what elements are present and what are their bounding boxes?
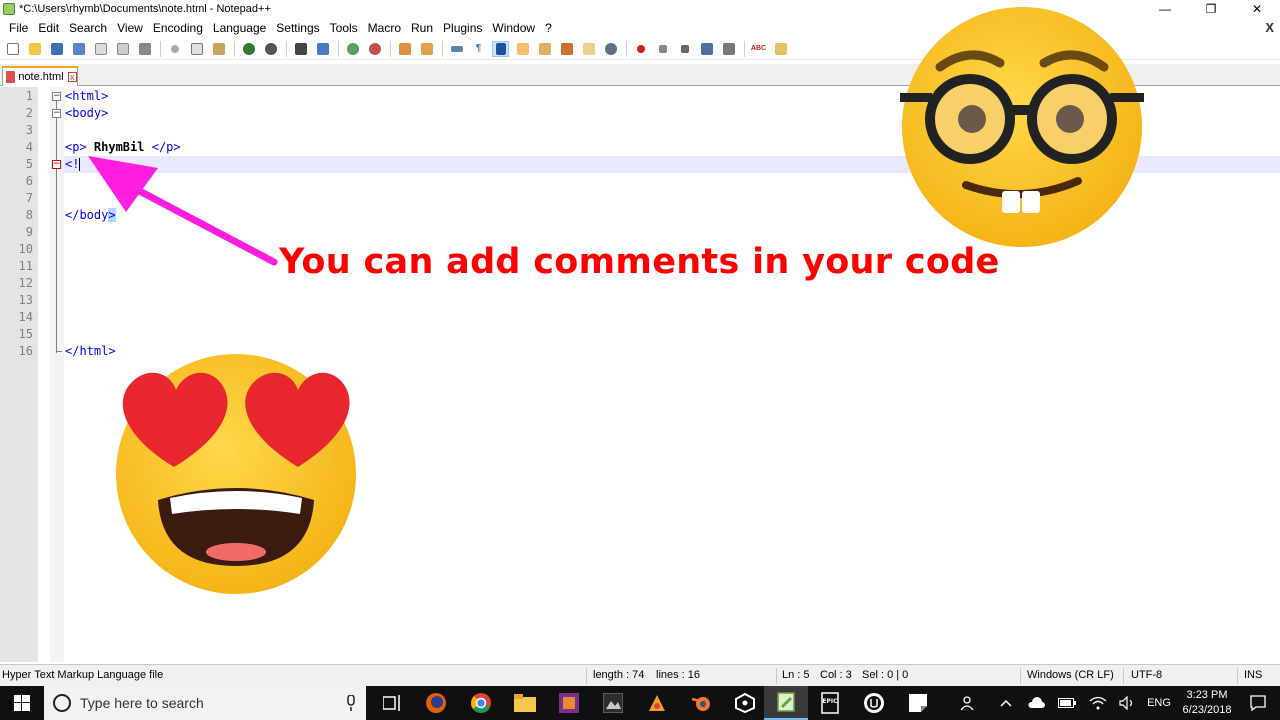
unity-icon[interactable]: [723, 686, 767, 720]
onedrive-cloud-icon[interactable]: [1024, 686, 1048, 720]
blender-icon[interactable]: [679, 686, 723, 720]
media-app-icon[interactable]: [547, 686, 591, 720]
task-view-icon[interactable]: [370, 686, 414, 720]
taskbar-search-box[interactable]: Type here to search: [44, 686, 366, 720]
status-divider: [1237, 668, 1238, 684]
status-insert-mode: INS: [1244, 669, 1263, 681]
microphone-icon[interactable]: [346, 695, 356, 711]
photo-editor-icon[interactable]: [591, 686, 635, 720]
unreal-engine-icon[interactable]: [852, 686, 896, 720]
status-file-type: Hyper Text Markup Language file: [2, 669, 164, 681]
status-divider: [586, 668, 587, 684]
clock-time: 3:23 PM: [1186, 689, 1228, 701]
status-divider: [1123, 668, 1124, 684]
start-button[interactable]: [0, 686, 44, 720]
wifi-icon[interactable]: [1086, 686, 1110, 720]
paint-app-icon[interactable]: [635, 686, 679, 720]
status-ln: Ln : 5: [782, 669, 810, 681]
status-divider: [776, 668, 777, 684]
status-lines: lines : 16: [656, 669, 701, 681]
windows-logo-icon: [14, 695, 30, 711]
search-placeholder: Type here to search: [80, 695, 204, 711]
clock-date: 6/23/2018: [1182, 704, 1232, 716]
epic-games-icon[interactable]: EPIC: [808, 686, 852, 720]
file-explorer-icon[interactable]: [503, 686, 547, 720]
volume-icon[interactable]: [1116, 686, 1140, 720]
firefox-icon[interactable]: [414, 686, 458, 720]
people-icon[interactable]: [955, 686, 983, 720]
status-eol: Windows (CR LF): [1027, 669, 1114, 681]
epic-label: EPIC: [822, 698, 838, 705]
sticky-notes-icon[interactable]: [896, 686, 940, 720]
battery-icon[interactable]: [1055, 686, 1079, 720]
input-language-indicator[interactable]: ENG: [1144, 686, 1174, 720]
action-center-icon[interactable]: [1246, 686, 1270, 720]
heart-eyes-emoji: [116, 354, 356, 594]
chrome-icon[interactable]: [459, 686, 503, 720]
status-bar: Hyper Text Markup Language file length :…: [0, 664, 1280, 686]
arrow-head: [88, 156, 158, 212]
show-hidden-icons-chevron-icon[interactable]: [994, 686, 1018, 720]
status-sel: Sel : 0 | 0: [862, 669, 909, 681]
notepad-plus-plus-taskbar-icon[interactable]: [764, 686, 808, 720]
cortana-circle-icon: [53, 694, 71, 712]
status-encoding: UTF-8: [1131, 669, 1163, 681]
system-clock[interactable]: 3:23 PM 6/23/2018: [1172, 688, 1242, 718]
status-col: Col : 3: [820, 669, 852, 681]
status-divider: [1020, 668, 1021, 684]
nerd-face-emoji: [900, 7, 1144, 247]
status-length: length : 74: [593, 669, 645, 681]
windows-taskbar: Type here to search EPIC ENG 3:23 PM 6/2…: [0, 686, 1280, 720]
arrow-shaft: [126, 182, 278, 266]
comment-annotation-text: You can add comments in your code: [279, 242, 1000, 282]
